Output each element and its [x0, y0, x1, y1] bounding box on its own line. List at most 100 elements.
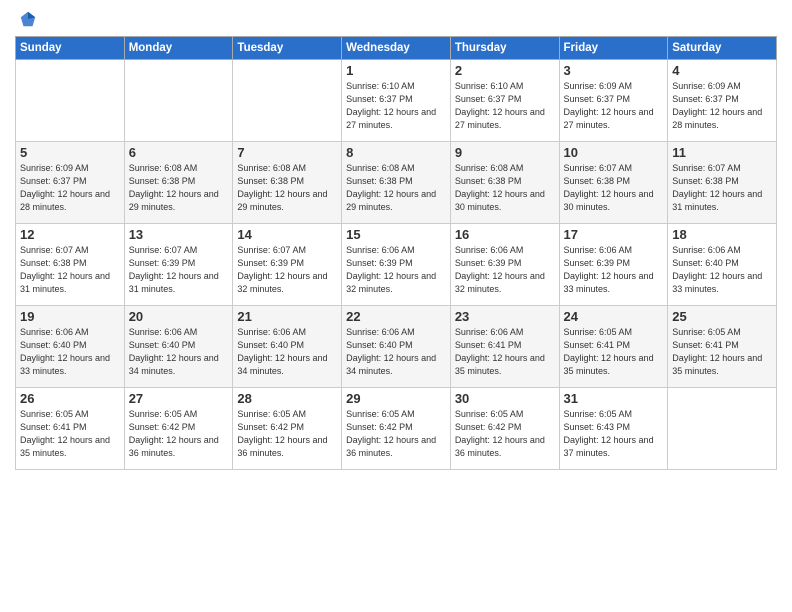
calendar-cell: [668, 388, 777, 470]
calendar-cell: 8Sunrise: 6:08 AMSunset: 6:38 PMDaylight…: [342, 142, 451, 224]
day-info: Sunrise: 6:08 AMSunset: 6:38 PMDaylight:…: [237, 162, 337, 214]
day-number: 12: [20, 227, 120, 242]
day-number: 4: [672, 63, 772, 78]
calendar-cell: 28Sunrise: 6:05 AMSunset: 6:42 PMDayligh…: [233, 388, 342, 470]
col-header-wednesday: Wednesday: [342, 37, 451, 60]
day-info: Sunrise: 6:07 AMSunset: 6:39 PMDaylight:…: [237, 244, 337, 296]
day-info: Sunrise: 6:06 AMSunset: 6:40 PMDaylight:…: [237, 326, 337, 378]
day-info: Sunrise: 6:05 AMSunset: 6:41 PMDaylight:…: [672, 326, 772, 378]
calendar-cell: 31Sunrise: 6:05 AMSunset: 6:43 PMDayligh…: [559, 388, 668, 470]
calendar-cell: 9Sunrise: 6:08 AMSunset: 6:38 PMDaylight…: [450, 142, 559, 224]
day-info: Sunrise: 6:07 AMSunset: 6:38 PMDaylight:…: [564, 162, 664, 214]
calendar-cell: 1 Sunrise: 6:10 AMSunset: 6:37 PMDaylight…: [342, 60, 451, 142]
day-number: 15: [346, 227, 446, 242]
day-info: Sunrise: 6:09 AMSunset: 6:37 PMDaylight:…: [672, 80, 772, 132]
day-info: Sunrise: 6:05 AMSunset: 6:42 PMDaylight:…: [346, 408, 446, 460]
calendar-cell: 29 Sunrise: 6:05 AMSunset: 6:42 PMDayligh…: [342, 388, 451, 470]
day-number: 28: [237, 391, 337, 406]
calendar-cell: 13 Sunrise: 6:07 AMSunset: 6:39 PMDayligh…: [124, 224, 233, 306]
day-number: 13: [129, 227, 229, 242]
day-info: Sunrise: 6:06 AMSunset: 6:40 PMDaylight:…: [129, 326, 229, 378]
day-info: Sunrise: 6:06 AMSunset: 6:40 PMDaylight:…: [346, 326, 446, 378]
day-info: Sunrise: 6:09 AMSunset: 6:37 PMDaylight:…: [564, 80, 664, 132]
calendar-week-5: 26Sunrise: 6:05 AMSunset: 6:41 PMDayligh…: [16, 388, 777, 470]
day-number: 29: [346, 391, 446, 406]
calendar-cell: 19Sunrise: 6:06 AMSunset: 6:40 PMDayligh…: [16, 306, 125, 388]
day-number: 25: [672, 309, 772, 324]
calendar-cell: 16 Sunrise: 6:06 AMSunset: 6:39 PMDayligh…: [450, 224, 559, 306]
calendar-cell: 7 Sunrise: 6:08 AMSunset: 6:38 PMDaylight…: [233, 142, 342, 224]
day-info: Sunrise: 6:05 AMSunset: 6:41 PMDaylight:…: [20, 408, 120, 460]
header: [15, 10, 777, 28]
calendar-cell: 20 Sunrise: 6:06 AMSunset: 6:40 PMDayligh…: [124, 306, 233, 388]
day-number: 21: [237, 309, 337, 324]
calendar-cell: 11 Sunrise: 6:07 AMSunset: 6:38 PMDayligh…: [668, 142, 777, 224]
logo-icon: [19, 10, 37, 28]
calendar-cell: 18 Sunrise: 6:06 AMSunset: 6:40 PMDayligh…: [668, 224, 777, 306]
calendar-week-2: 5 Sunrise: 6:09 AMSunset: 6:37 PMDaylight…: [16, 142, 777, 224]
col-header-monday: Monday: [124, 37, 233, 60]
day-info: Sunrise: 6:09 AMSunset: 6:37 PMDaylight:…: [20, 162, 120, 214]
calendar-cell: 15Sunrise: 6:06 AMSunset: 6:39 PMDayligh…: [342, 224, 451, 306]
calendar-cell: [124, 60, 233, 142]
calendar-cell: 23 Sunrise: 6:06 AMSunset: 6:41 PMDayligh…: [450, 306, 559, 388]
day-info: Sunrise: 6:08 AMSunset: 6:38 PMDaylight:…: [129, 162, 229, 214]
col-header-sunday: Sunday: [16, 37, 125, 60]
day-number: 14: [237, 227, 337, 242]
calendar-week-1: 1 Sunrise: 6:10 AMSunset: 6:37 PMDaylight…: [16, 60, 777, 142]
calendar-cell: 25 Sunrise: 6:05 AMSunset: 6:41 PMDayligh…: [668, 306, 777, 388]
col-header-friday: Friday: [559, 37, 668, 60]
logo: [15, 10, 39, 28]
day-number: 19: [20, 309, 120, 324]
day-number: 20: [129, 309, 229, 324]
page: SundayMondayTuesdayWednesdayThursdayFrid…: [0, 0, 792, 612]
day-number: 23: [455, 309, 555, 324]
day-info: Sunrise: 6:07 AMSunset: 6:38 PMDaylight:…: [20, 244, 120, 296]
day-info: Sunrise: 6:10 AMSunset: 6:37 PMDaylight:…: [346, 80, 446, 132]
day-info: Sunrise: 6:05 AMSunset: 6:41 PMDaylight:…: [564, 326, 664, 378]
calendar-header-row: SundayMondayTuesdayWednesdayThursdayFrid…: [16, 37, 777, 60]
day-info: Sunrise: 6:06 AMSunset: 6:39 PMDaylight:…: [564, 244, 664, 296]
day-number: 22: [346, 309, 446, 324]
col-header-thursday: Thursday: [450, 37, 559, 60]
day-info: Sunrise: 6:06 AMSunset: 6:39 PMDaylight:…: [455, 244, 555, 296]
calendar-cell: 12 Sunrise: 6:07 AMSunset: 6:38 PMDayligh…: [16, 224, 125, 306]
day-info: Sunrise: 6:08 AMSunset: 6:38 PMDaylight:…: [455, 162, 555, 214]
calendar-cell: [233, 60, 342, 142]
day-info: Sunrise: 6:05 AMSunset: 6:42 PMDaylight:…: [129, 408, 229, 460]
day-info: Sunrise: 6:06 AMSunset: 6:41 PMDaylight:…: [455, 326, 555, 378]
calendar-cell: [16, 60, 125, 142]
calendar-cell: 3 Sunrise: 6:09 AMSunset: 6:37 PMDaylight…: [559, 60, 668, 142]
calendar-cell: 17 Sunrise: 6:06 AMSunset: 6:39 PMDayligh…: [559, 224, 668, 306]
day-number: 27: [129, 391, 229, 406]
day-number: 18: [672, 227, 772, 242]
calendar-cell: 5 Sunrise: 6:09 AMSunset: 6:37 PMDaylight…: [16, 142, 125, 224]
calendar-cell: 6Sunrise: 6:08 AMSunset: 6:38 PMDaylight…: [124, 142, 233, 224]
day-number: 17: [564, 227, 664, 242]
day-info: Sunrise: 6:07 AMSunset: 6:39 PMDaylight:…: [129, 244, 229, 296]
calendar-cell: 22 Sunrise: 6:06 AMSunset: 6:40 PMDayligh…: [342, 306, 451, 388]
day-number: 5: [20, 145, 120, 160]
day-number: 1: [346, 63, 446, 78]
calendar-cell: 2 Sunrise: 6:10 AMSunset: 6:37 PMDaylight…: [450, 60, 559, 142]
calendar-cell: 27 Sunrise: 6:05 AMSunset: 6:42 PMDayligh…: [124, 388, 233, 470]
calendar-week-4: 19 Sunrise: 6:06 AMSunset: 6:40 PMDayligh…: [16, 306, 777, 388]
calendar-cell: 24Sunrise: 6:05 AMSunset: 6:41 PMDayligh…: [559, 306, 668, 388]
col-header-tuesday: Tuesday: [233, 37, 342, 60]
calendar-cell: 21 Sunrise: 6:06 AMSunset: 6:40 PMDayligh…: [233, 306, 342, 388]
calendar-cell: 4 Sunrise: 6:09 AMSunset: 6:37 PMDaylight…: [668, 60, 777, 142]
day-number: 16: [455, 227, 555, 242]
calendar-cell: 10Sunrise: 6:07 AMSunset: 6:38 PMDayligh…: [559, 142, 668, 224]
day-number: 3: [564, 63, 664, 78]
day-number: 31: [564, 391, 664, 406]
calendar-cell: 30Sunrise: 6:05 AMSunset: 6:42 PMDayligh…: [450, 388, 559, 470]
day-info: Sunrise: 6:07 AMSunset: 6:38 PMDaylight:…: [672, 162, 772, 214]
col-header-saturday: Saturday: [668, 37, 777, 60]
calendar-cell: 26Sunrise: 6:05 AMSunset: 6:41 PMDayligh…: [16, 388, 125, 470]
day-number: 7: [237, 145, 337, 160]
day-info: Sunrise: 6:06 AMSunset: 6:40 PMDaylight:…: [672, 244, 772, 296]
day-number: 2: [455, 63, 555, 78]
day-number: 11: [672, 145, 772, 160]
day-info: Sunrise: 6:10 AMSunset: 6:37 PMDaylight:…: [455, 80, 555, 132]
day-info: Sunrise: 6:05 AMSunset: 6:42 PMDaylight:…: [455, 408, 555, 460]
